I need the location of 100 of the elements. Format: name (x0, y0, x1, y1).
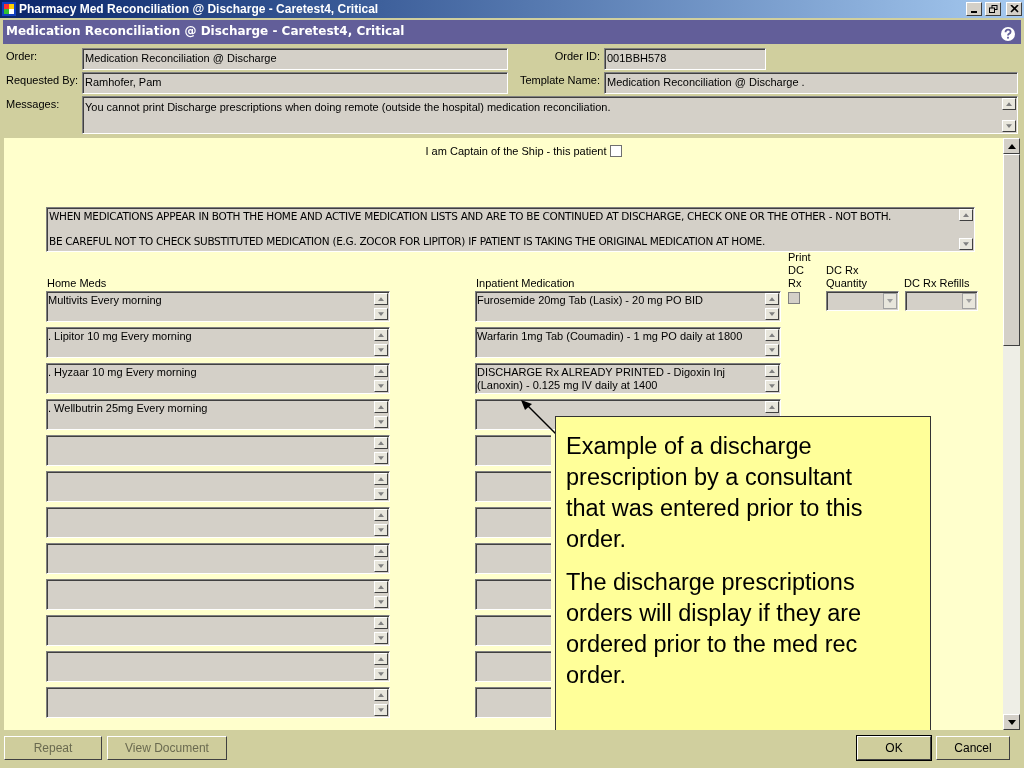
up-arrow-icon (378, 584, 384, 589)
medication-field[interactable] (46, 506, 390, 538)
action-button[interactable]: Cancel (936, 736, 1010, 760)
up-arrow-icon (378, 692, 384, 697)
scroll-up-button[interactable] (374, 436, 388, 449)
scroll-up-button[interactable] (765, 400, 779, 413)
medication-field[interactable]: DISCHARGE Rx ALREADY PRINTED - Digoxin Inj (Lanoxin) - 0.125 mg IV daily at 1400 (475, 362, 781, 394)
scroll-up-button[interactable] (959, 208, 973, 221)
field-label: Requested By: (6, 73, 80, 88)
medication-field[interactable]: Multivits Every morning (46, 290, 390, 322)
scroll-down-button[interactable] (1002, 120, 1016, 132)
scroll-down-button[interactable] (374, 379, 388, 392)
medication-field[interactable] (46, 578, 390, 610)
down-arrow-icon (769, 311, 775, 316)
scroll-down-button[interactable] (374, 667, 388, 680)
action-button[interactable]: View Document (107, 736, 227, 760)
medication-field[interactable] (475, 434, 551, 466)
medication-field[interactable] (475, 578, 551, 610)
scroll-up-button[interactable] (765, 328, 779, 341)
medication-field[interactable]: . Lipitor 10 mg Every morning (46, 326, 390, 358)
scroll-down-button[interactable] (374, 559, 388, 572)
dropdown-field[interactable] (826, 290, 899, 311)
app-icon (2, 2, 16, 16)
up-arrow-icon (378, 440, 384, 445)
text-field[interactable]: 001BBH578 (604, 48, 766, 70)
text-field[interactable]: Medication Reconciliation @ Discharge (82, 48, 508, 70)
medication-field[interactable]: . Hyzaar 10 mg Every morning (46, 362, 390, 394)
scroll-down-button[interactable] (374, 487, 388, 500)
header-title: Medication Reconciliation @ Discharge - Caretest4, Critical (6, 23, 405, 40)
medication-text: . Hyzaar 10 mg Every morning (48, 365, 197, 378)
medication-field[interactable] (46, 470, 390, 502)
up-arrow-icon (769, 404, 775, 409)
scroll-up-button[interactable] (1002, 98, 1016, 110)
medication-field[interactable] (46, 686, 390, 718)
dropdown-icon[interactable] (962, 292, 976, 309)
scroll-down-button[interactable] (765, 379, 779, 392)
scroll-up-button[interactable] (374, 472, 388, 485)
scroll-up-button[interactable] (374, 616, 388, 629)
dropdown-icon[interactable] (883, 292, 897, 309)
medication-field[interactable] (475, 686, 551, 718)
scroll-down-button[interactable] (1003, 714, 1020, 730)
scroll-down-button[interactable] (374, 343, 388, 356)
scroll-up-button[interactable] (374, 688, 388, 701)
down-arrow-icon (378, 671, 384, 676)
scroll-down-button[interactable] (374, 451, 388, 464)
scroll-up-button[interactable] (374, 652, 388, 665)
medication-text: Furosemide 20mg Tab (Lasix) - 20 mg PO BID (477, 293, 703, 306)
scroll-up-button[interactable] (374, 292, 388, 305)
scroll-up-button[interactable] (765, 364, 779, 377)
scroll-down-button[interactable] (374, 631, 388, 644)
close-button[interactable] (1006, 2, 1022, 16)
captain-label: I am Captain of the Ship - this patient (425, 144, 607, 159)
up-arrow-icon (378, 404, 384, 409)
action-button[interactable]: Repeat (4, 736, 102, 760)
down-arrow-icon (1006, 124, 1012, 128)
scroll-up-button[interactable] (374, 544, 388, 557)
down-arrow-icon (378, 635, 384, 640)
scroll-down-button[interactable] (959, 237, 973, 250)
window-title: Pharmacy Med Reconciliation @ Discharge - Caretest4, Critical (19, 1, 380, 18)
scroll-up-button[interactable] (765, 292, 779, 305)
scroll-up-button[interactable] (374, 508, 388, 521)
action-button[interactable]: OK (857, 736, 931, 760)
minimize-button[interactable] (966, 2, 982, 16)
scroll-up-button[interactable] (374, 400, 388, 413)
messages-field[interactable]: You cannot print Discharge prescriptions when doing remote (outside the hospital) medication reconciliation. (82, 96, 1018, 134)
medication-field[interactable] (46, 614, 390, 646)
scroll-down-button[interactable] (765, 307, 779, 320)
medication-field[interactable] (475, 470, 551, 502)
medication-field[interactable]: Furosemide 20mg Tab (Lasix) - 20 mg PO BID (475, 290, 781, 322)
scroll-down-button[interactable] (374, 703, 388, 716)
medication-field[interactable] (475, 506, 551, 538)
medication-field[interactable] (475, 614, 551, 646)
scroll-up-button[interactable] (374, 364, 388, 377)
medication-field[interactable] (46, 650, 390, 682)
scroll-down-button[interactable] (374, 595, 388, 608)
scroll-down-button[interactable] (765, 343, 779, 356)
dropdown-field[interactable] (905, 290, 978, 311)
text-field[interactable]: Ramhofer, Pam (82, 72, 508, 94)
medication-field[interactable] (46, 542, 390, 574)
medication-field[interactable]: . Wellbutrin 25mg Every morning (46, 398, 390, 430)
medication-field[interactable]: Warfarin 1mg Tab (Coumadin) - 1 mg PO daily at 1800 (475, 326, 781, 358)
scroll-up-button[interactable] (374, 580, 388, 593)
scroll-down-button[interactable] (374, 307, 388, 320)
print-checkbox[interactable] (788, 291, 800, 304)
medication-field[interactable] (46, 434, 390, 466)
down-arrow-icon (1007, 719, 1016, 725)
scroll-down-button[interactable] (374, 523, 388, 536)
captain-checkbox[interactable] (609, 145, 622, 158)
help-icon[interactable] (1001, 27, 1015, 41)
scroll-thumb[interactable] (1003, 154, 1020, 346)
scroll-down-button[interactable] (374, 415, 388, 428)
medication-field[interactable] (475, 650, 551, 682)
scroll-up-button[interactable] (374, 328, 388, 341)
field-label: Template Name: (518, 73, 601, 88)
notice-text: WHEN MEDICATIONS APPEAR IN BOTH THE HOME AND ACTIVE MEDICATION LISTS AND ARE TO BE CONTINUED AT DISCHARGE, CHECK ONE OR THE OTHER - NOT BOTH. (49, 209, 893, 223)
restore-button[interactable] (985, 2, 1001, 16)
scroll-up-button[interactable] (1003, 138, 1020, 154)
vertical-scrollbar[interactable] (1003, 138, 1020, 730)
medication-field[interactable] (475, 542, 551, 574)
text-field[interactable]: Medication Reconciliation @ Discharge . (604, 72, 1018, 94)
